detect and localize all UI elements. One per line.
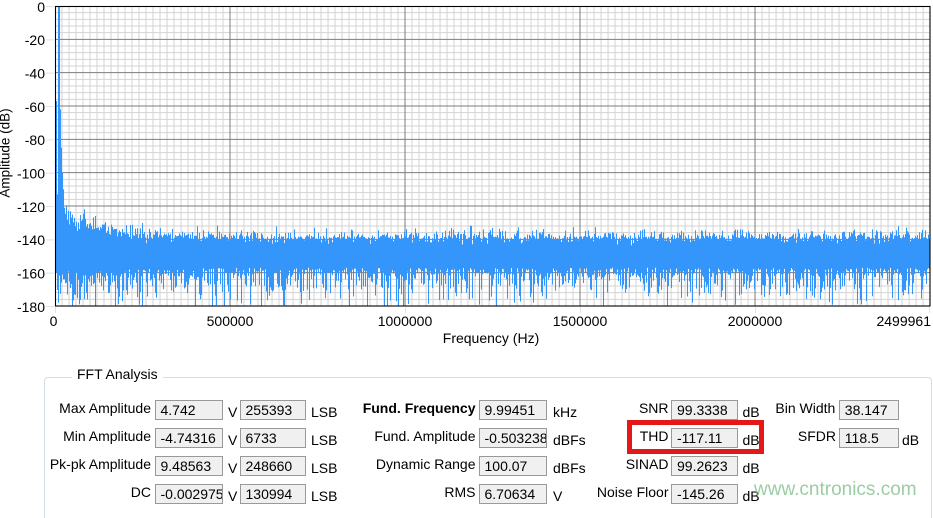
svg-text:-140: -140	[17, 232, 45, 248]
svg-text:Amplitude (dB): Amplitude (dB)	[0, 108, 13, 197]
svg-text:-60: -60	[25, 99, 45, 115]
svg-text:0: 0	[50, 313, 58, 329]
svg-text:2000000: 2000000	[728, 313, 783, 329]
svg-text:0: 0	[37, 0, 45, 15]
svg-text:-120: -120	[17, 199, 45, 215]
svg-text:-20: -20	[25, 32, 45, 48]
svg-text:-180: -180	[17, 299, 45, 315]
svg-text:-80: -80	[25, 132, 45, 148]
svg-text:-40: -40	[25, 66, 45, 82]
svg-text:-160: -160	[17, 266, 45, 282]
svg-text:500000: 500000	[207, 313, 254, 329]
svg-text:1500000: 1500000	[553, 313, 608, 329]
svg-text:-100: -100	[17, 166, 45, 182]
svg-text:Frequency (Hz): Frequency (Hz)	[443, 330, 539, 346]
svg-text:2499961: 2499961	[876, 313, 931, 329]
svg-text:1000000: 1000000	[378, 313, 433, 329]
